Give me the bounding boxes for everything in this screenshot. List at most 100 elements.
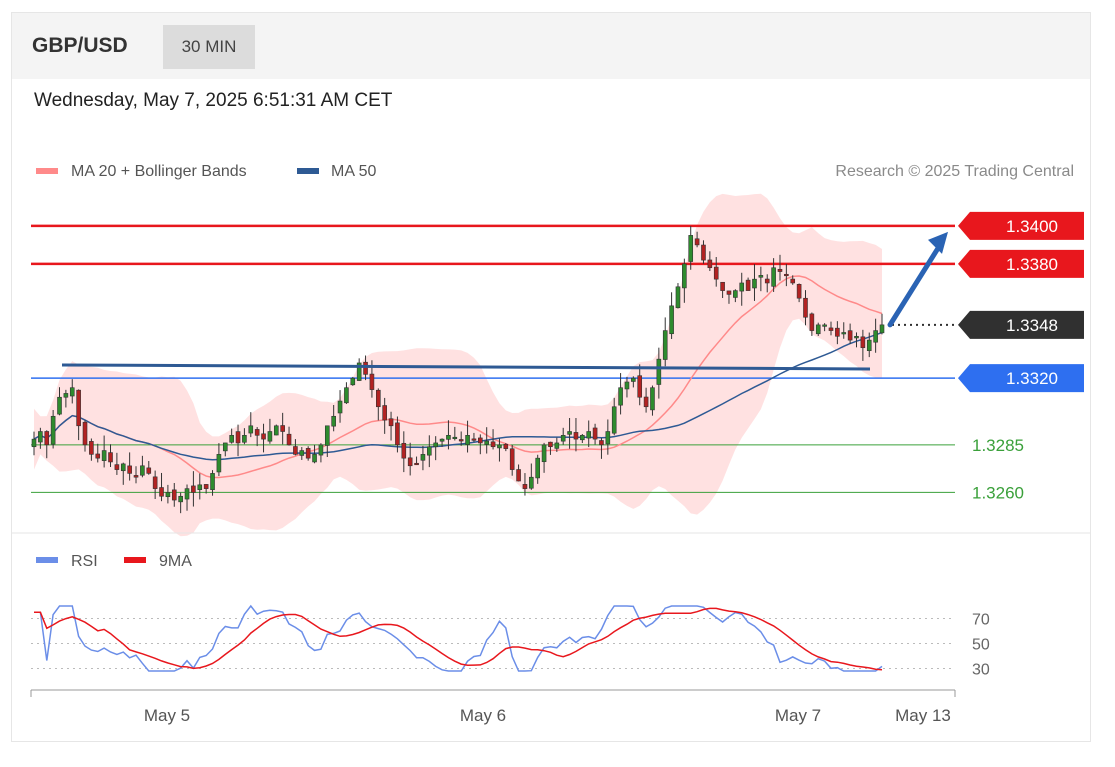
candle-body (178, 495, 183, 503)
candle-body (203, 484, 209, 489)
candle-body (331, 415, 336, 427)
candle-body (669, 305, 674, 335)
candle (662, 317, 668, 367)
candle-body (324, 425, 330, 446)
level-label-1.3320: 1.3320 (1006, 369, 1058, 388)
candle-body (879, 324, 885, 334)
candle-body (433, 442, 438, 448)
candle-body (560, 435, 566, 442)
candle-body (305, 448, 311, 459)
level-tag-1.3320: 1.3320 (958, 364, 1084, 393)
candle-body (76, 389, 81, 427)
ma20-legend-label: MA 20 + Bollinger Bands (71, 163, 247, 180)
rsi-ma-legend-label: 9MA (159, 553, 192, 570)
candle-body (159, 487, 164, 497)
candle-body (63, 393, 69, 398)
candle-body (599, 440, 604, 446)
ma50-legend-swatch (297, 168, 319, 174)
candle-body (439, 438, 445, 442)
x-axis: May 5 May 6 May 7 May 13 (30, 689, 956, 725)
candle-body (675, 286, 681, 309)
candle-body (382, 405, 387, 421)
chart-card: GBP/USD 30 MIN Wednesday, May 7, 2025 6:… (11, 12, 1091, 742)
candle-body (165, 492, 171, 498)
candle-body (618, 387, 623, 406)
candle-body (624, 381, 630, 390)
candle-body (344, 387, 349, 404)
candle-body (490, 441, 496, 448)
candle-body (733, 290, 738, 298)
rsi-legend-swatch (36, 557, 58, 563)
candle-body (822, 324, 827, 327)
candle-body (337, 400, 343, 414)
candle-body (152, 476, 158, 489)
candle-body (592, 427, 598, 440)
candle-body (777, 268, 783, 272)
candle-body (580, 435, 585, 441)
level-tag-1.3380: 1.3380 (958, 249, 1084, 278)
candle (273, 424, 279, 436)
candle-body (605, 431, 611, 445)
candle-body (554, 442, 560, 449)
candle-body (503, 444, 509, 449)
level-label-1.3380: 1.3380 (1006, 255, 1058, 274)
candle-body (484, 440, 489, 445)
candle-body (261, 433, 266, 440)
candle-body (752, 278, 757, 289)
copyright-label: Research © 2025 Trading Central (835, 163, 1074, 180)
candle-body (350, 377, 356, 386)
rsi-legend-label: RSI (71, 553, 98, 570)
chart-canvas: MA 20 + Bollinger Bands MA 50 Research ©… (12, 163, 1090, 725)
candle-body (835, 327, 840, 337)
candle-body (803, 297, 808, 318)
candle-body (866, 339, 872, 352)
candle-body (682, 263, 687, 289)
candle-body (726, 290, 732, 295)
x-tick-label: May 13 (895, 706, 951, 725)
candle-body (31, 438, 37, 448)
candle-body (720, 281, 725, 291)
candle-body (860, 336, 866, 349)
candle-body (701, 244, 706, 261)
rsi-ma-line (34, 607, 883, 671)
candle-body (299, 450, 305, 456)
candle-body (108, 452, 113, 463)
candle-body (758, 275, 764, 278)
candle-body (427, 446, 432, 456)
candle-body (611, 406, 617, 434)
candle (669, 292, 674, 339)
candle-body (790, 278, 796, 284)
candle-body (414, 462, 419, 466)
candle-body (133, 475, 139, 478)
candle-body (567, 431, 572, 435)
level-label-1.3285: 1.3285 (972, 436, 1024, 455)
candle-body (509, 448, 515, 470)
candle-body (637, 375, 643, 398)
candle-body (254, 429, 260, 436)
rsi-ma-legend-swatch (124, 557, 146, 563)
x-tick-label: May 7 (775, 706, 821, 725)
candle-body (828, 327, 834, 331)
level-label-1.3400: 1.3400 (1006, 217, 1058, 236)
candle-body (235, 431, 241, 444)
candle-body (273, 425, 279, 436)
candle-body (694, 238, 700, 246)
candle-body (497, 444, 502, 449)
candle-body (38, 431, 43, 443)
candle-body (171, 489, 177, 501)
candle-body (713, 266, 719, 280)
candle-body (815, 324, 821, 335)
candle-body (541, 444, 547, 463)
level-label-1.3260: 1.3260 (972, 483, 1024, 502)
candle-body (452, 436, 458, 440)
forecast-arrow-shaft (887, 239, 945, 328)
rsi-panel: 70 50 30 (31, 604, 990, 679)
candle-body (82, 421, 88, 446)
candle-body (784, 273, 789, 277)
rsi-tick-50: 50 (972, 637, 990, 654)
candle-body (516, 469, 521, 482)
rsi-legend: RSI 9MA (36, 553, 192, 570)
candle-body (548, 441, 553, 448)
candle (356, 358, 362, 382)
candle-body (89, 441, 94, 455)
